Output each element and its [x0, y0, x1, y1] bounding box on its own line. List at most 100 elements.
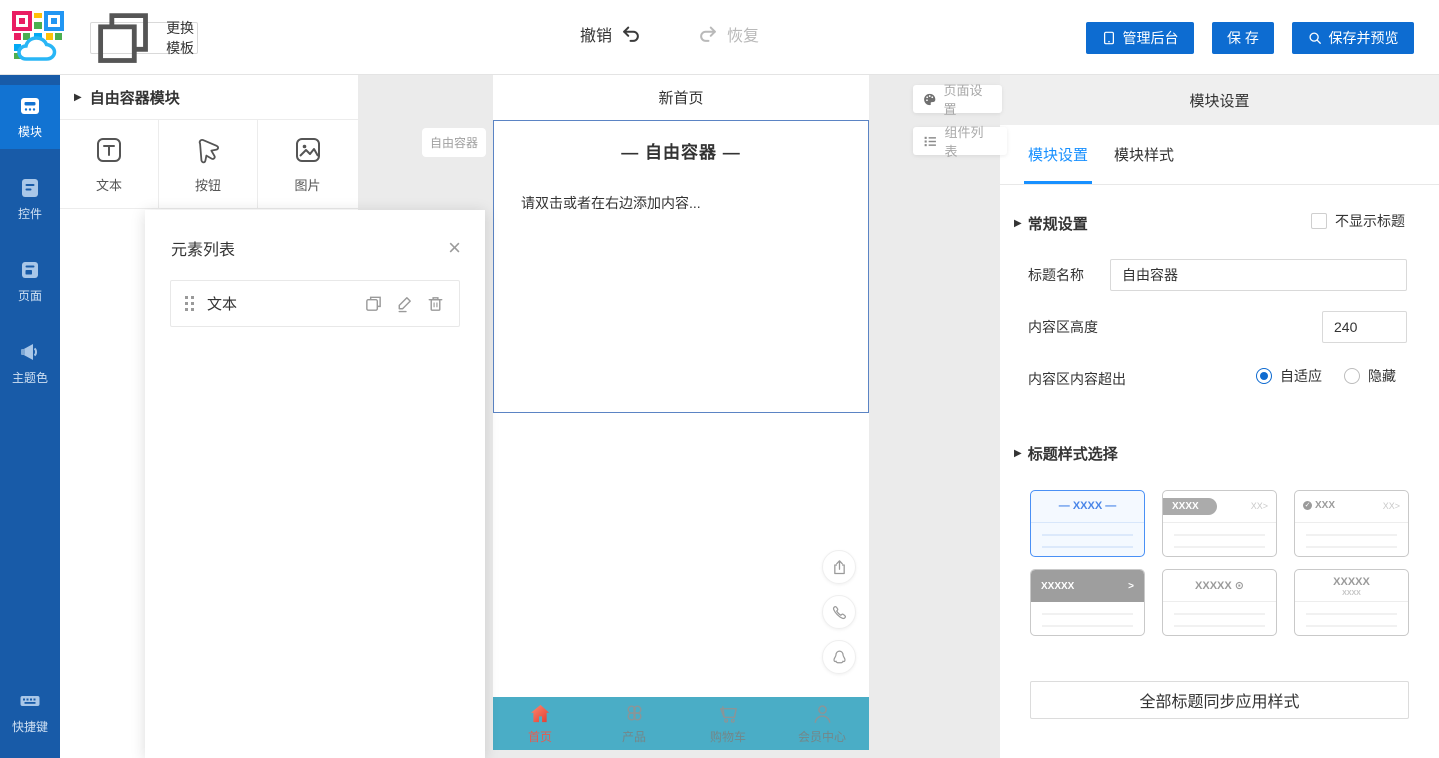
collapse-arrow-icon: ▶: [74, 92, 82, 103]
title-name-label: 标题名称: [1028, 265, 1084, 285]
megaphone-icon: [18, 340, 42, 364]
save-button[interactable]: 保 存: [1212, 22, 1274, 54]
title-name-input[interactable]: [1110, 259, 1407, 291]
drag-handle-icon[interactable]: [185, 296, 195, 312]
image-icon: [292, 134, 324, 166]
style-card-band[interactable]: XXXXX >: [1030, 569, 1145, 636]
save-label: 保 存: [1227, 28, 1259, 48]
module-icon: [18, 94, 42, 118]
general-settings-section: ▶ 常规设置: [1014, 213, 1088, 234]
component-list-button[interactable]: 组件列表: [913, 127, 1007, 155]
widget-icon: [18, 176, 42, 200]
sidebar-item-label: 主题色: [12, 369, 48, 386]
palette-icon: [923, 92, 936, 107]
style-card-title: XXXXX: [1041, 581, 1074, 592]
overflow-option-hidden[interactable]: 隐藏: [1344, 366, 1396, 386]
product-icon: [623, 702, 646, 725]
nav-item-label: 购物车: [710, 728, 746, 745]
nav-item-cart[interactable]: 购物车: [681, 697, 775, 750]
copy-icon[interactable]: [364, 294, 383, 313]
tab-module-style[interactable]: 模块样式: [1114, 125, 1174, 184]
style-card-subtitle: XXXX: [1295, 590, 1408, 597]
apply-all-titles-button[interactable]: 全部标题同步应用样式: [1030, 681, 1409, 719]
tab-module-settings[interactable]: 模块设置: [1028, 125, 1088, 184]
style-card-title: — XXXX —: [1031, 500, 1144, 512]
nav-item-products[interactable]: 产品: [587, 697, 681, 750]
element-list-item-text[interactable]: 文本: [170, 280, 460, 327]
module-panel-header[interactable]: ▶ 自由容器模块: [60, 75, 358, 120]
section-arrow-icon: ▶: [1014, 448, 1022, 459]
save-preview-label: 保存并预览: [1329, 28, 1399, 48]
sidebar-item-pages[interactable]: 页面: [0, 249, 60, 313]
sidebar-item-widgets[interactable]: 控件: [0, 167, 60, 231]
preview-page-title: 新首页: [493, 75, 869, 120]
style-card-tab[interactable]: XXXX XX>: [1162, 490, 1277, 557]
nav-item-home[interactable]: 首页: [493, 697, 587, 750]
nav-item-member[interactable]: 会员中心: [775, 697, 869, 750]
admin-backend-label: 管理后台: [1123, 28, 1179, 48]
hide-title-checkbox[interactable]: [1311, 213, 1327, 229]
module-item-label: 文本: [96, 175, 122, 194]
app-root: 更换模板 撤销 恢复 管理后台 保 存: [0, 0, 1439, 758]
hide-title-label: 不显示标题: [1335, 211, 1405, 231]
cart-icon: [717, 702, 740, 725]
phone-fab-button[interactable]: [822, 595, 856, 629]
module-item-image[interactable]: 图片: [258, 120, 357, 208]
qq-fab-button[interactable]: [822, 640, 856, 674]
style-card-centered-dash[interactable]: — XXXX —: [1030, 490, 1145, 557]
style-card-icon-left[interactable]: ✓ XXX XX>: [1294, 490, 1409, 557]
redo-button[interactable]: 恢复: [697, 22, 759, 46]
redo-arrow-icon: [697, 23, 719, 45]
save-preview-button[interactable]: 保存并预览: [1292, 22, 1414, 54]
style-card-title: XXXXX: [1295, 576, 1408, 588]
overflow-adaptive-label: 自适应: [1280, 366, 1322, 386]
share-fab-button[interactable]: [822, 550, 856, 584]
sidebar-item-theme[interactable]: 主题色: [0, 331, 60, 395]
hide-title-checkbox-group[interactable]: 不显示标题: [1311, 211, 1405, 231]
sidebar-item-label: 模块: [18, 123, 42, 140]
tablet-icon: [1102, 31, 1116, 45]
container-placeholder-text: 请双击或者在右边添加内容...: [521, 193, 868, 213]
container-title: — 自由容器 —: [494, 138, 868, 163]
undo-label: 撤销: [580, 22, 612, 46]
selected-free-container[interactable]: — 自由容器 — 请双击或者在右边添加内容...: [493, 120, 869, 413]
sidebar-item-modules[interactable]: 模块: [0, 85, 60, 149]
module-item-label: 图片: [294, 175, 320, 194]
admin-backend-button[interactable]: 管理后台: [1086, 22, 1194, 54]
sidebar-item-shortcuts[interactable]: 快捷键: [0, 680, 60, 744]
module-hover-tag[interactable]: 自由容器: [422, 128, 486, 157]
radio-unselected-icon[interactable]: [1344, 368, 1360, 384]
edit-icon[interactable]: [395, 294, 414, 313]
keyboard-icon: [18, 689, 42, 713]
search-icon: [1308, 31, 1322, 45]
nav-item-label: 会员中心: [798, 728, 846, 745]
text-icon: [93, 134, 125, 166]
style-card-title: XXXX: [1163, 498, 1217, 515]
module-item-button[interactable]: 按钮: [159, 120, 258, 208]
component-list-label: 组件列表: [945, 122, 995, 160]
phone-icon: [831, 604, 848, 621]
close-icon[interactable]: ×: [448, 237, 461, 259]
sidebar-item-label: 快捷键: [12, 718, 48, 735]
style-card-title: XXXXX ⊙: [1163, 579, 1276, 592]
undo-button[interactable]: 撤销: [580, 22, 642, 46]
content-height-label: 内容区高度: [1028, 317, 1098, 337]
style-card-more: XX>: [1251, 501, 1268, 511]
trash-icon[interactable]: [426, 294, 445, 313]
title-style-section: ▶ 标题样式选择: [1014, 443, 1118, 464]
style-card-centered-sub[interactable]: XXXXX XXXX: [1294, 569, 1409, 636]
page-settings-label: 页面设置: [943, 80, 990, 118]
change-template-label: 更换模板: [163, 18, 197, 58]
page-settings-button[interactable]: 页面设置: [913, 85, 1002, 113]
module-item-text[interactable]: 文本: [60, 120, 159, 208]
radio-selected-icon[interactable]: [1256, 368, 1272, 384]
module-grid: 文本 按钮 图片: [60, 120, 358, 209]
element-list-title: 元素列表: [171, 236, 235, 260]
title-style-cards-row-2: XXXXX > XXXXX ⊙ XXXXX XXXX: [1030, 569, 1409, 636]
qq-icon: [831, 649, 848, 666]
title-style-title: 标题样式选择: [1028, 443, 1118, 464]
overflow-option-adaptive[interactable]: 自适应: [1256, 366, 1322, 386]
change-template-button[interactable]: 更换模板: [90, 22, 198, 54]
style-card-centered-icon[interactable]: XXXXX ⊙: [1162, 569, 1277, 636]
content-height-input[interactable]: [1322, 311, 1407, 343]
